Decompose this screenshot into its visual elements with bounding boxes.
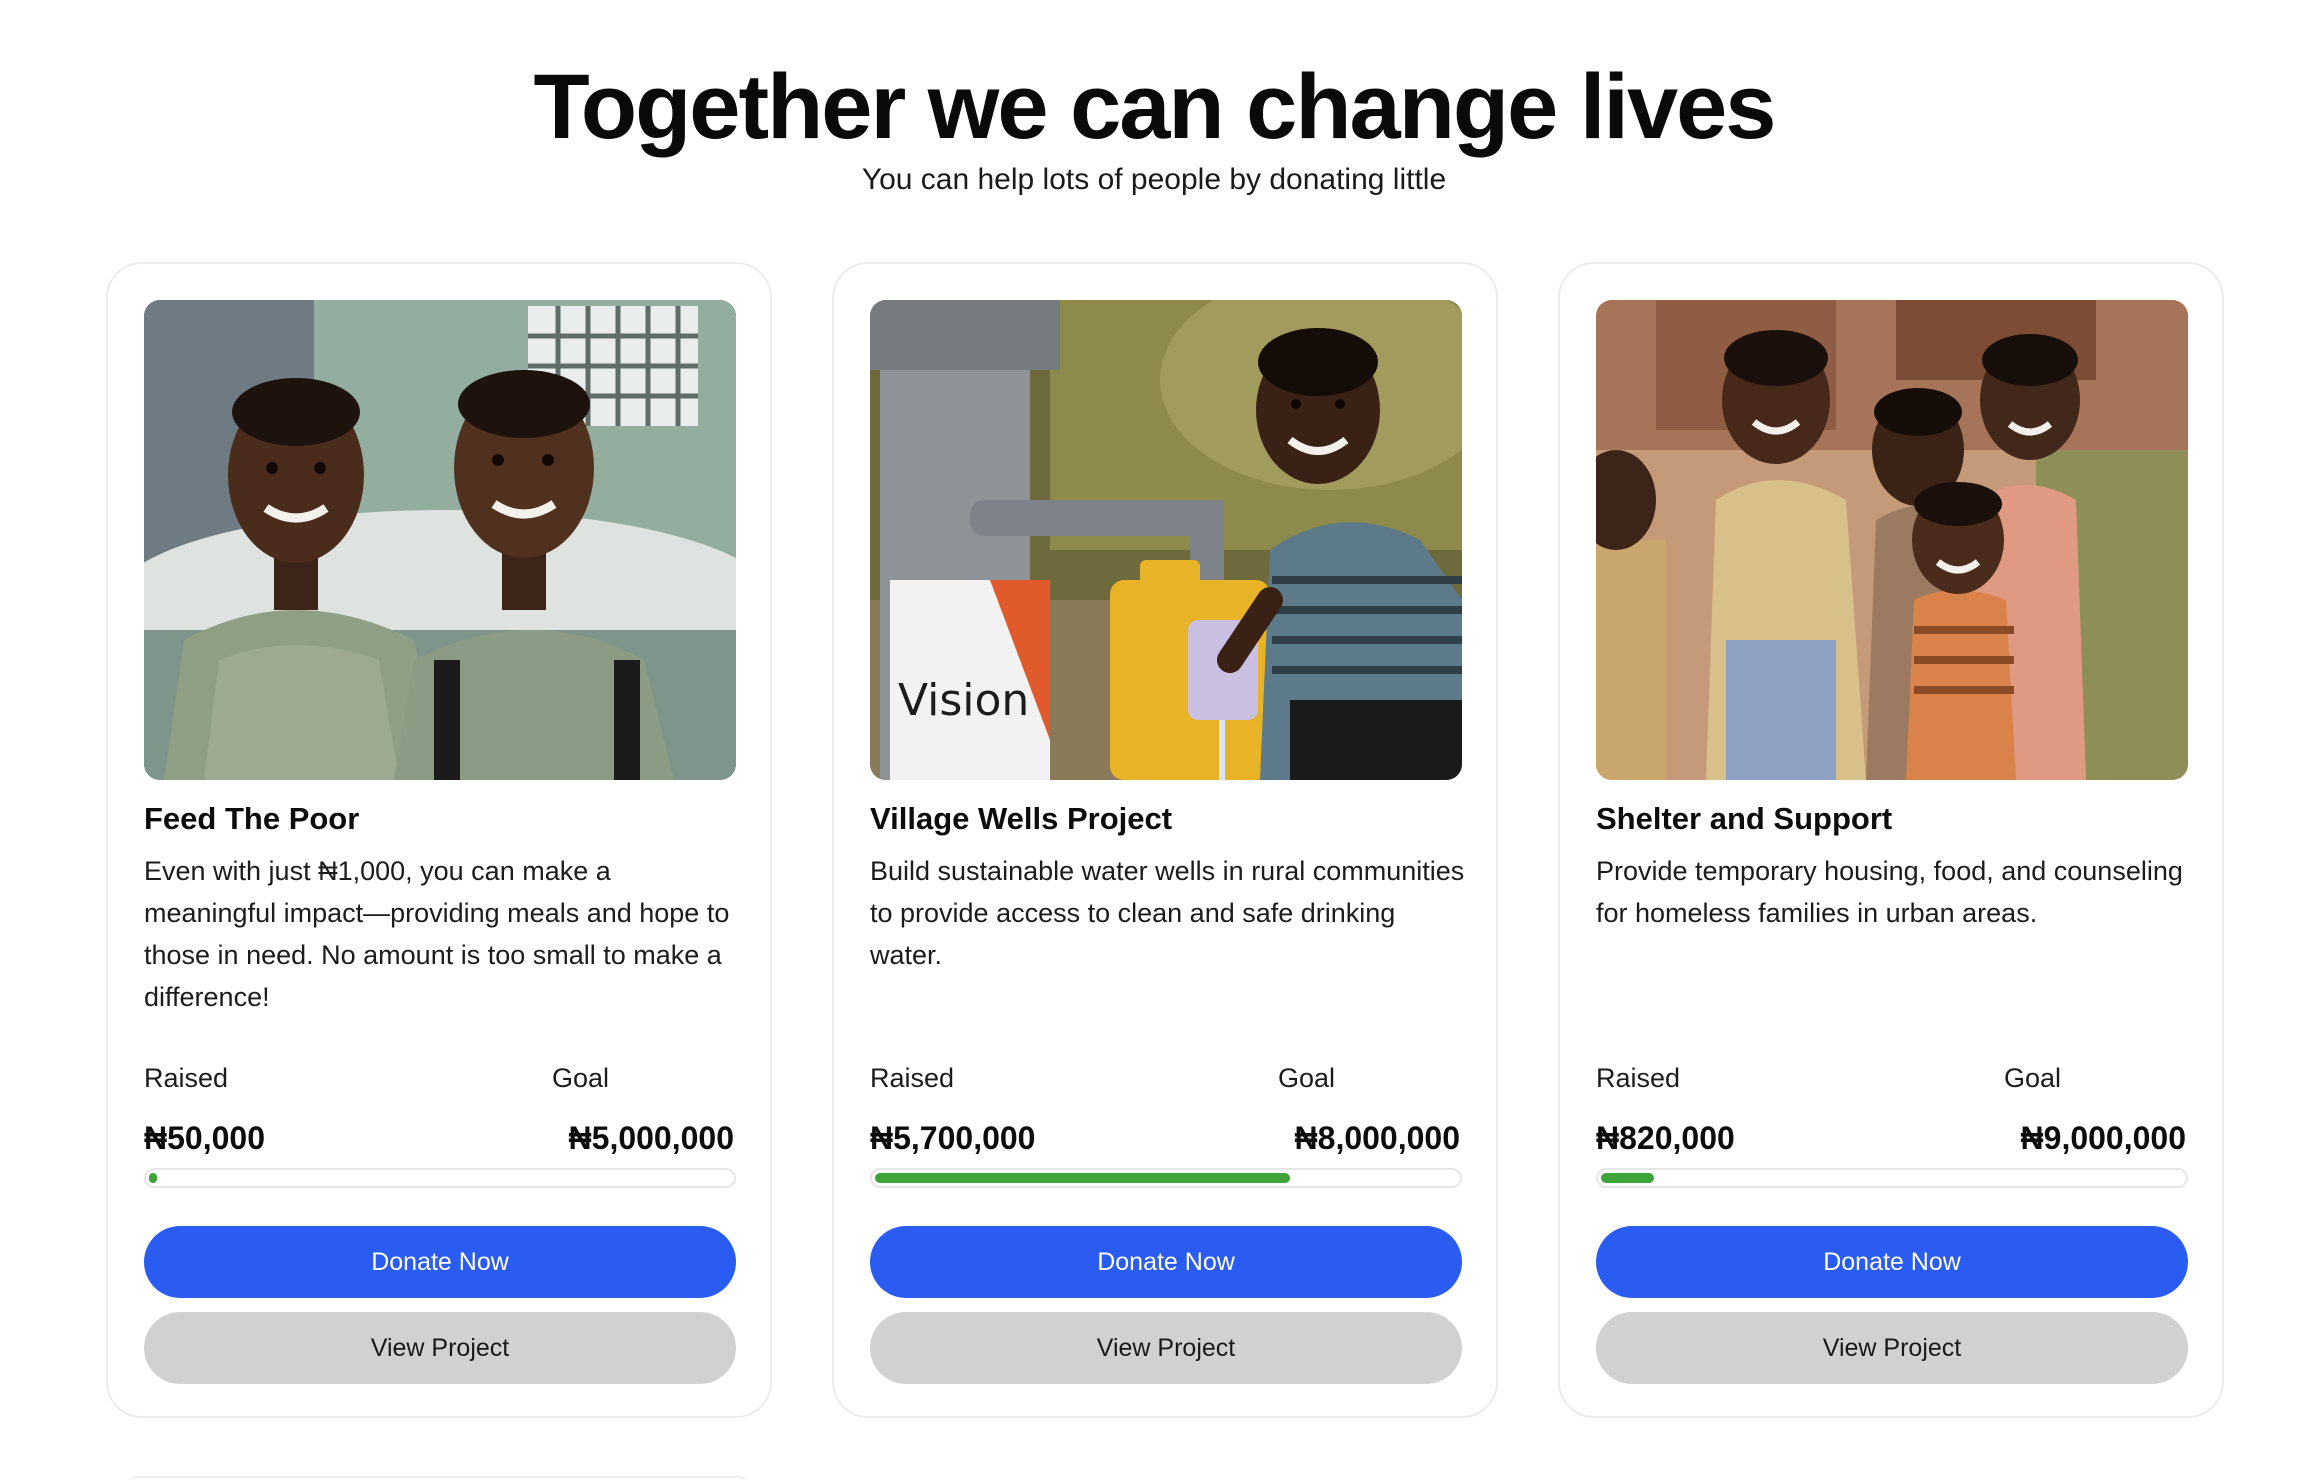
raised-amount: ₦820,000 — [1596, 1120, 1735, 1156]
children-group-photo — [1596, 300, 2188, 780]
two-boys-photo — [144, 300, 736, 780]
view-project-button[interactable]: View Project — [144, 1312, 736, 1384]
project-image: Vision — [870, 300, 1462, 780]
project-title: Feed The Poor — [144, 801, 360, 836]
page-title: Together we can change lives — [533, 56, 1777, 158]
goal-label: Goal — [1278, 1063, 1336, 1093]
goal-amount: ₦9,000,000 — [2020, 1120, 2186, 1156]
raised-amount: ₦5,700,000 — [870, 1120, 1036, 1156]
raised-label: Raised — [1596, 1063, 1681, 1093]
next-card-top-edge — [128, 1476, 748, 1480]
funding-progress-fill — [149, 1173, 157, 1183]
goal-amount: ₦8,000,000 — [1294, 1120, 1460, 1156]
donate-now-button[interactable]: Donate Now — [144, 1226, 736, 1298]
view-project-button[interactable]: View Project — [1596, 1312, 2188, 1384]
raised-amount: ₦50,000 — [144, 1120, 265, 1156]
funding-progress-bar — [1596, 1168, 2188, 1188]
donation-page: Together we can change lives You can hel… — [0, 0, 2308, 1480]
raised-label: Raised — [144, 1063, 229, 1093]
raised-label: Raised — [870, 1063, 955, 1093]
goal-label: Goal — [2004, 1063, 2062, 1093]
project-title: Village Wells Project — [870, 801, 1173, 836]
donate-now-button[interactable]: Donate Now — [1596, 1226, 2188, 1298]
water-pump-photo: Vision — [870, 300, 1462, 780]
project-card-village-wells: Vision Village Wells Project Build susta… — [832, 262, 1498, 1418]
pump-vision-text: Vision — [898, 675, 1029, 726]
donate-now-button[interactable]: Donate Now — [870, 1226, 1462, 1298]
funding-progress-bar — [144, 1168, 736, 1188]
project-card-shelter-and-support: Shelter and Support Provide temporary ho… — [1558, 262, 2224, 1418]
project-image — [144, 300, 736, 780]
project-card-feed-the-poor: Feed The Poor Even with just ₦1,000, you… — [106, 262, 772, 1418]
funding-progress-fill — [875, 1173, 1290, 1183]
project-cards: Feed The Poor Even with just ₦1,000, you… — [106, 262, 2224, 1422]
goal-label: Goal — [552, 1063, 610, 1093]
project-description: Even with just ₦1,000, you can make a me… — [144, 856, 730, 1012]
project-title: Shelter and Support — [1596, 801, 1893, 836]
page-subtitle: You can help lots of people by donating … — [861, 163, 1447, 196]
goal-amount: ₦5,000,000 — [568, 1120, 734, 1156]
view-project-button[interactable]: View Project — [870, 1312, 1462, 1384]
project-description: Build sustainable water wells in rural c… — [870, 856, 1465, 970]
project-description: Provide temporary housing, food, and cou… — [1596, 856, 2183, 928]
funding-progress-bar — [870, 1168, 1462, 1188]
project-image — [1596, 300, 2188, 780]
funding-progress-fill — [1601, 1173, 1654, 1183]
